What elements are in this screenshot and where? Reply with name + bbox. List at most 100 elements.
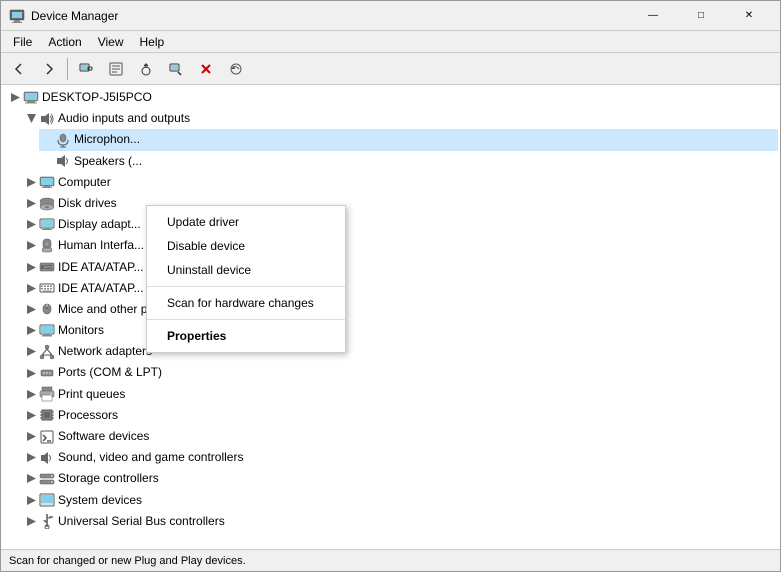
content-area[interactable]: DESKTOP-J5I5PCO Audio inputs and outputs <box>1 85 780 549</box>
menu-bar: File Action View Help <box>1 31 780 53</box>
software-icon <box>39 429 55 445</box>
ide-expand-icon[interactable] <box>23 259 39 275</box>
show-device-button[interactable] <box>72 56 100 82</box>
disk-expand-icon[interactable] <box>23 196 39 212</box>
context-menu-disable-device[interactable]: Disable device <box>147 234 345 258</box>
speakers-label: Speakers (... <box>74 152 142 171</box>
sound-expand-icon[interactable] <box>23 450 39 466</box>
monitors-label: Monitors <box>58 321 104 340</box>
keyboards-expand-icon[interactable] <box>23 280 39 296</box>
hid-icon <box>39 238 55 254</box>
tree-computer[interactable]: Computer <box>23 172 778 193</box>
mice-expand-icon[interactable] <box>23 301 39 317</box>
audio-label: Audio inputs and outputs <box>58 109 190 128</box>
system-icon <box>39 492 55 508</box>
tree-storage[interactable]: Storage controllers <box>23 468 778 489</box>
storage-label: Storage controllers <box>58 469 159 488</box>
mice-icon <box>39 301 55 317</box>
mic-label: Microphon... <box>74 130 140 149</box>
menu-file[interactable]: File <box>5 33 40 51</box>
keyboards-label: IDE ATA/ATAP... <box>58 279 144 298</box>
app-icon <box>9 8 25 24</box>
speakers-icon <box>55 153 71 169</box>
storage-expand-icon[interactable] <box>23 471 39 487</box>
tree-monitors[interactable]: Monitors <box>23 320 778 341</box>
tree-software[interactable]: Software devices <box>23 426 778 447</box>
print-expand-icon[interactable] <box>23 386 39 402</box>
usb-expand-icon[interactable] <box>23 513 39 529</box>
menu-view[interactable]: View <box>90 33 132 51</box>
usb-label: Universal Serial Bus controllers <box>58 512 225 531</box>
monitor-icon <box>39 323 55 339</box>
computer-label: Computer <box>58 173 111 192</box>
computer-expand-icon[interactable] <box>23 174 39 190</box>
root-label: DESKTOP-J5I5PCO <box>42 88 152 107</box>
tree-system[interactable]: System devices <box>23 490 778 511</box>
disk-label: Disk drives <box>58 194 117 213</box>
ports-label: Ports (COM & LPT) <box>58 363 162 382</box>
tree-audio[interactable]: Audio inputs and outputs <box>23 108 778 129</box>
uninstall-button[interactable] <box>192 56 220 82</box>
mic-icon <box>55 132 71 148</box>
context-menu: Update driver Disable device Uninstall d… <box>146 205 346 353</box>
context-menu-separator-2 <box>147 319 345 320</box>
tree-sound[interactable]: Sound, video and game controllers <box>23 447 778 468</box>
toolbar-separator-1 <box>67 58 68 80</box>
system-expand-icon[interactable] <box>23 492 39 508</box>
network-icon <box>39 344 55 360</box>
monitors-expand-icon[interactable] <box>23 323 39 339</box>
ide-icon <box>39 259 55 275</box>
tree-ports[interactable]: Ports (COM & LPT) <box>23 362 778 383</box>
mic-expand-spacer <box>39 132 55 148</box>
minimize-button[interactable]: — <box>630 1 676 31</box>
context-menu-properties[interactable]: Properties <box>147 324 345 348</box>
menu-action[interactable]: Action <box>40 33 89 51</box>
ports-expand-icon[interactable] <box>23 365 39 381</box>
system-label: System devices <box>58 491 142 510</box>
audio-expand-icon[interactable] <box>23 111 39 127</box>
scan-button[interactable] <box>162 56 190 82</box>
context-menu-uninstall-device[interactable]: Uninstall device <box>147 258 345 282</box>
forward-button[interactable] <box>35 56 63 82</box>
menu-help[interactable]: Help <box>132 33 173 51</box>
context-menu-update-driver[interactable]: Update driver <box>147 210 345 234</box>
hid-expand-icon[interactable] <box>23 238 39 254</box>
storage-icon <box>39 471 55 487</box>
tree-ide[interactable]: IDE ATA/ATAP... <box>23 257 778 278</box>
tree-mice[interactable]: Mice and other pointing devices <box>23 299 778 320</box>
software-expand-icon[interactable] <box>23 429 39 445</box>
network-expand-icon[interactable] <box>23 344 39 360</box>
back-button[interactable] <box>5 56 33 82</box>
tree-root[interactable]: DESKTOP-J5I5PCO <box>7 87 778 108</box>
device-tree: DESKTOP-J5I5PCO Audio inputs and outputs <box>3 87 778 532</box>
properties-button[interactable] <box>102 56 130 82</box>
title-bar-controls: — □ ✕ <box>630 1 772 31</box>
tree-hid[interactable]: Human Interfa... <box>23 235 778 256</box>
tree-display[interactable]: Display adapt... <box>23 214 778 235</box>
update-driver-button[interactable] <box>132 56 160 82</box>
root-expand-icon[interactable] <box>7 90 23 106</box>
tree-network[interactable]: Network adapters <box>23 341 778 362</box>
display-icon <box>39 217 55 233</box>
tree-usb[interactable]: Universal Serial Bus controllers <box>23 511 778 532</box>
ports-icon <box>39 365 55 381</box>
context-menu-scan-hardware[interactable]: Scan for hardware changes <box>147 291 345 315</box>
display-label: Display adapt... <box>58 215 141 234</box>
sound-icon <box>39 450 55 466</box>
tree-keyboards[interactable]: IDE ATA/ATAP... <box>23 278 778 299</box>
tree-print[interactable]: Print queues <box>23 384 778 405</box>
tree-disk[interactable]: Disk drives <box>23 193 778 214</box>
hid-label: Human Interfa... <box>58 236 144 255</box>
print-label: Print queues <box>58 385 125 404</box>
audio-icon <box>39 111 55 127</box>
usb-icon <box>39 513 55 529</box>
processor-icon <box>39 407 55 423</box>
rollback-button[interactable] <box>222 56 250 82</box>
tree-microphone[interactable]: Microphon... <box>39 129 778 150</box>
display-expand-icon[interactable] <box>23 217 39 233</box>
processors-expand-icon[interactable] <box>23 407 39 423</box>
tree-processors[interactable]: Processors <box>23 405 778 426</box>
maximize-button[interactable]: □ <box>678 1 724 31</box>
tree-speakers[interactable]: Speakers (... <box>39 151 778 172</box>
close-button[interactable]: ✕ <box>726 1 772 31</box>
